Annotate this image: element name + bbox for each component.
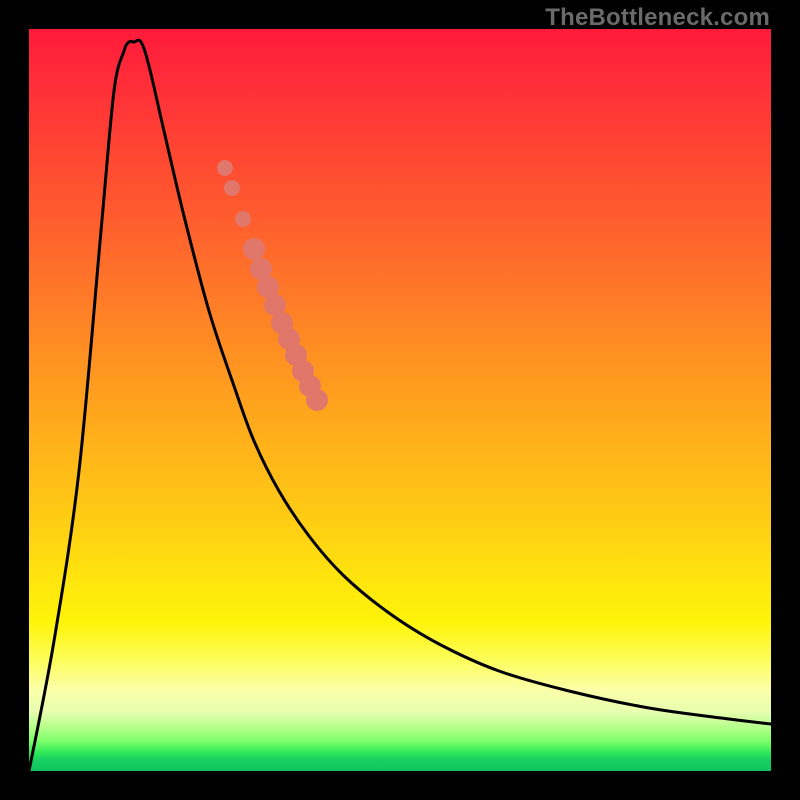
chart-frame: TheBottleneck.com [0,0,800,800]
chart-svg [29,29,771,771]
curve-marker [243,238,265,260]
curve-marker [217,160,233,176]
watermark-text: TheBottleneck.com [545,4,770,32]
curve-marker [235,211,251,227]
curve-markers [217,160,328,411]
bottleneck-curve [29,40,771,771]
curve-marker [224,180,240,196]
chart-plot-area [29,29,771,771]
curve-marker [306,389,328,411]
